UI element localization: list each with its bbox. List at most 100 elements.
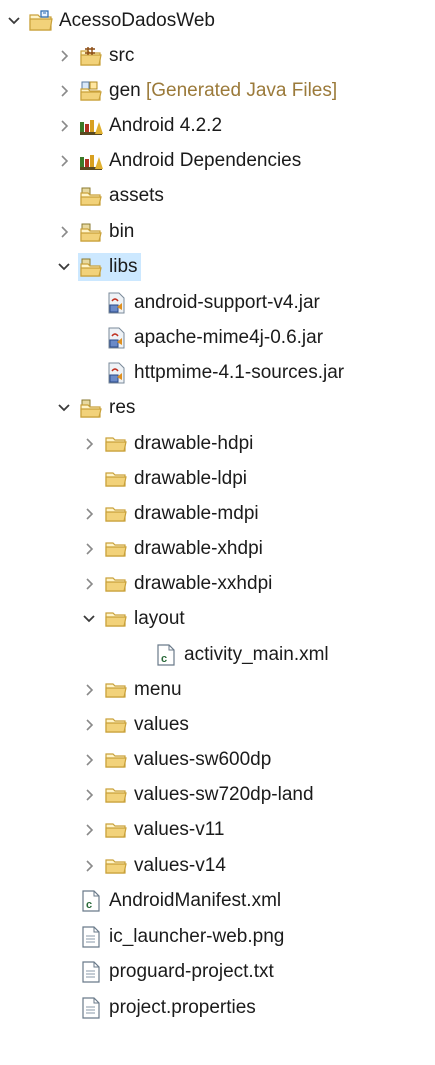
jar-icon [103,289,129,317]
tree-item-values-sw720dp-land[interactable]: values-sw720dp-land [0,780,435,810]
tree-item-values-v11[interactable]: values-v11 [0,815,435,845]
chevron-right-icon[interactable] [79,675,99,705]
tree-item-label: menu [134,679,182,700]
library-icon [78,112,104,140]
chevron-right-icon[interactable] [79,745,99,775]
chevron-right-icon[interactable] [79,780,99,810]
tree-item-activity-main-xml[interactable]: c activity_main.xml [0,640,435,670]
tree-item-label: drawable-hdpi [134,433,254,454]
package-folder-icon [78,253,104,281]
tree-item-acessodadosweb[interactable]: AcessoDadosWeb [0,6,435,36]
tree-item-label: bin [109,221,135,242]
tree-item-label: drawable-mdpi [134,503,259,524]
chevron-down-icon[interactable] [4,6,24,36]
tree-item-label: values-sw600dp [134,749,272,770]
svg-text:c: c [86,899,92,911]
tree-item-apache-mime4j-0-6-jar[interactable]: apache-mime4j-0.6.jar [0,323,435,353]
folder-icon [103,781,129,809]
package-folder-icon [78,182,104,210]
tree-item-android-support-v4-jar[interactable]: android-support-v4.jar [0,288,435,318]
file-icon [78,994,104,1022]
chevron-right-icon[interactable] [79,429,99,459]
jar-icon [103,324,129,352]
tree-item-android-4-2-2[interactable]: Android 4.2.2 [0,111,435,141]
tree-item-proguard-project-txt[interactable]: proguard-project.txt [0,957,435,987]
chevron-right-icon[interactable] [79,851,99,881]
tree-item-assets[interactable]: assets [0,181,435,211]
chevron-right-icon[interactable] [79,569,99,599]
package-folder-icon [78,218,104,246]
tree-item-label: apache-mime4j-0.6.jar [134,327,324,348]
folder-icon [103,852,129,880]
tree-item-values-v14[interactable]: values-v14 [0,851,435,881]
tree-item-label: src [109,45,135,66]
tree-item-label: android-support-v4.jar [134,292,320,313]
chevron-down-icon[interactable] [54,252,74,282]
tree-item-values-sw600dp[interactable]: values-sw600dp [0,745,435,775]
tree-item-label: drawable-ldpi [134,468,248,489]
tree-item-res[interactable]: res [0,393,435,423]
tree-item-drawable-ldpi[interactable]: drawable-ldpi [0,464,435,494]
tree-item-gen[interactable]: gen [Generated Java Files] [0,76,435,106]
chevron-right-icon[interactable] [79,815,99,845]
folder-icon [103,500,129,528]
folder-icon [103,430,129,458]
tree-item-android-dependencies[interactable]: Android Dependencies [0,146,435,176]
tree-item-drawable-mdpi[interactable]: drawable-mdpi [0,499,435,529]
tree-item-label: drawable-xhdpi [134,538,263,559]
folder-icon [103,605,129,633]
tree-item-label: libs [104,253,141,281]
tree-item-bin[interactable]: bin [0,217,435,247]
chevron-right-icon[interactable] [79,710,99,740]
chevron-right-icon[interactable] [54,111,74,141]
tree-item-libs[interactable]: libs [0,252,435,282]
tree-item-drawable-hdpi[interactable]: drawable-hdpi [0,429,435,459]
gen-folder-icon [78,77,104,105]
library-icon [78,147,104,175]
svg-text:c: c [161,653,167,665]
tree-item-androidmanifest-xml[interactable]: c AndroidManifest.xml [0,886,435,916]
tree-item-label: ic_launcher-web.png [109,926,285,947]
chevron-down-icon[interactable] [79,604,99,634]
tree-item-label: values-v14 [134,855,226,876]
tree-item-ic-launcher-web-png[interactable]: ic_launcher-web.png [0,922,435,952]
tree-item-httpmime-4-1-sources-jar[interactable]: httpmime-4.1-sources.jar [0,358,435,388]
folder-icon [103,676,129,704]
chevron-right-icon[interactable] [54,76,74,106]
file-icon [78,958,104,986]
xml-file-icon: c [78,887,104,915]
tree-item-drawable-xhdpi[interactable]: drawable-xhdpi [0,534,435,564]
tree-item-label: activity_main.xml [184,644,329,665]
chevron-right-icon[interactable] [79,499,99,529]
folder-icon [103,816,129,844]
folder-icon [103,535,129,563]
tree-item-project-properties[interactable]: project.properties [0,993,435,1023]
tree-item-label: res [109,397,136,418]
chevron-right-icon[interactable] [79,534,99,564]
chevron-right-icon[interactable] [54,146,74,176]
tree-item-drawable-xxhdpi[interactable]: drawable-xxhdpi [0,569,435,599]
folder-icon [103,711,129,739]
folder-icon [103,465,129,493]
tree-item-label: layout [134,608,185,629]
tree-item-label: assets [109,185,164,206]
chevron-right-icon[interactable] [54,41,74,71]
tree-item-menu[interactable]: menu [0,675,435,705]
chevron-right-icon[interactable] [54,217,74,247]
chevron-down-icon[interactable] [54,393,74,423]
tree-item-src[interactable]: src [0,41,435,71]
tree-item-label: httpmime-4.1-sources.jar [134,362,345,383]
tree-item-label: project.properties [109,997,256,1018]
folder-icon [103,570,129,598]
tree-item-layout[interactable]: layout [0,604,435,634]
file-icon [78,923,104,951]
tree-item-values[interactable]: values [0,710,435,740]
project-explorer-tree[interactable]: AcessoDadosWeb src gen [Generated Java F… [0,0,435,1065]
tree-item-label: values-sw720dp-land [134,784,314,805]
